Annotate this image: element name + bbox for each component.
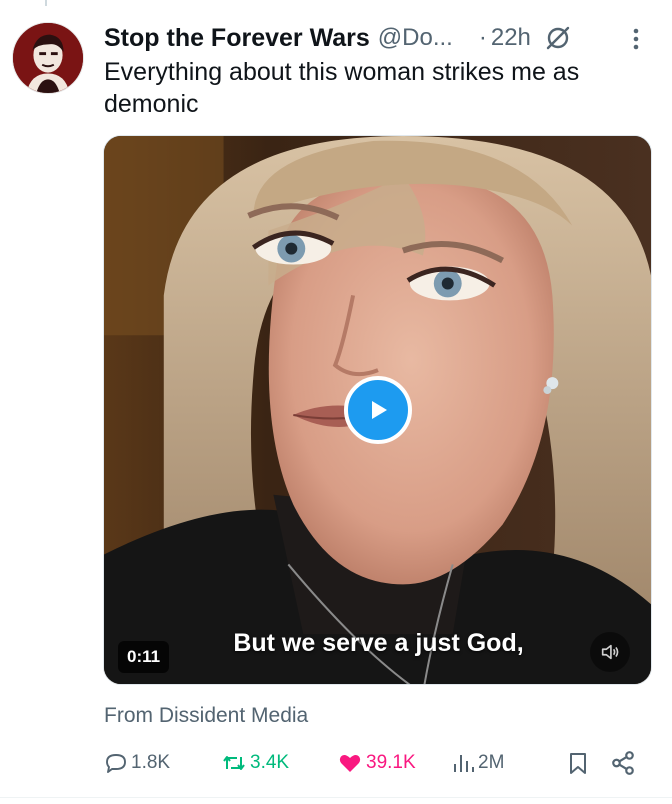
views-icon (454, 755, 474, 772)
reply-icon (106, 754, 126, 773)
views-button[interactable]: 2M (451, 748, 504, 778)
tweet-header: Stop the Forever Wars @Do... · 22h (104, 20, 664, 56)
more-icon[interactable] (623, 24, 649, 54)
avatar-image (13, 23, 83, 93)
grok-icon[interactable] (545, 25, 571, 51)
play-icon (372, 401, 387, 419)
retweet-count: 3.4K (250, 752, 290, 773)
share-button[interactable] (610, 748, 636, 778)
timestamp[interactable]: 22h (491, 24, 531, 52)
tweet-text: Everything about this woman strikes me a… (104, 58, 580, 118)
retweet-button[interactable]: 3.4K (221, 748, 289, 778)
like-button[interactable]: 39.1K (337, 748, 416, 778)
handle[interactable]: @Do... (378, 24, 453, 52)
action-bar: 1.8K 3.4K 39.1K 2M (104, 748, 644, 778)
bookmark-icon (570, 753, 586, 774)
heart-icon (339, 755, 361, 772)
separator-dot: · (478, 24, 487, 51)
mute-icon (601, 644, 619, 660)
video-player[interactable]: 0:11 But we serve a just God, (103, 135, 652, 685)
reply-count: 1.8K (131, 752, 171, 773)
retweet-icon (223, 756, 245, 770)
mute-button[interactable] (590, 632, 630, 672)
thread-connector (0, 0, 672, 8)
views-count: 2M (478, 752, 505, 773)
share-icon (612, 751, 634, 775)
reply-button[interactable]: 1.8K (104, 748, 170, 778)
avatar[interactable] (12, 22, 84, 94)
display-name[interactable]: Stop the Forever Wars (104, 24, 370, 53)
divider (0, 797, 672, 804)
play-button[interactable] (344, 376, 412, 444)
source-attribution[interactable]: From Dissident Media (104, 704, 308, 728)
video-caption: But we serve a just God, (233, 629, 524, 657)
like-count: 39.1K (366, 752, 416, 773)
bookmark-button[interactable] (566, 748, 590, 778)
